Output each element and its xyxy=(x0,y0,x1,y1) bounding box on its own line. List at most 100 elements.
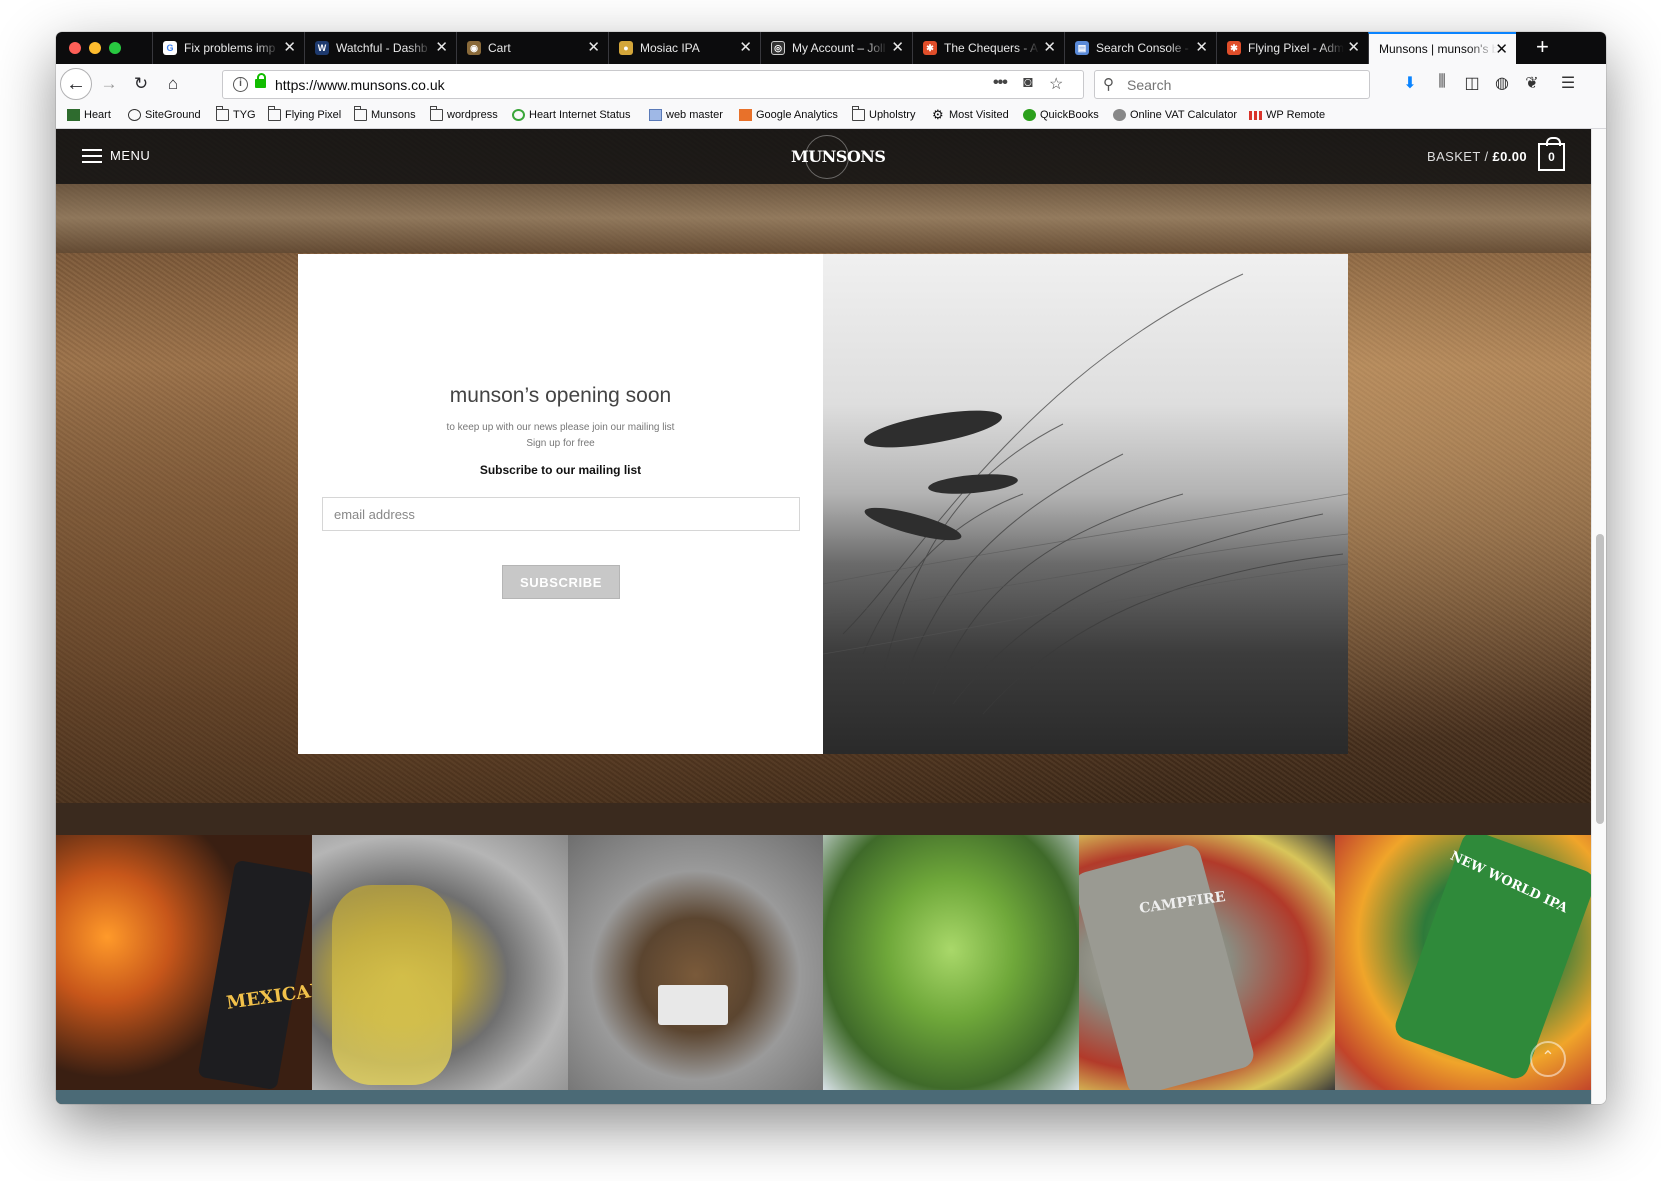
instagram-tile[interactable]: CAMPFIRE xyxy=(1079,835,1336,1090)
popup-subtitle-line-2: Sign up for free xyxy=(526,438,595,449)
globe-icon xyxy=(1113,109,1126,121)
bookmark-munsons[interactable]: Munsons xyxy=(354,106,416,121)
forward-button[interactable]: → xyxy=(96,71,122,97)
bookmark-google-analytics[interactable]: Google Analytics xyxy=(739,109,838,121)
home-button[interactable]: ⌂ xyxy=(160,71,186,97)
beer-can-image xyxy=(1079,842,1257,1090)
watchful-icon: W xyxy=(315,41,329,55)
site-header: MENU MUNSONS BASKET / £0.00 0 xyxy=(56,129,1591,184)
minimize-window-button[interactable] xyxy=(89,42,101,54)
url-bar[interactable]: i https://www.munsons.co.uk ••• ◙ ☆ xyxy=(222,70,1084,99)
instagram-tile[interactable]: MEXICAKE xyxy=(56,835,312,1090)
hero-malt-floor xyxy=(56,183,1591,253)
bookmark-heart-internet-status[interactable]: Heart Internet Status xyxy=(512,109,631,121)
bookmark-online-vat-calculator[interactable]: Online VAT Calculator xyxy=(1113,109,1237,121)
search-bar[interactable]: ⚲ Search xyxy=(1094,70,1370,99)
evernote-icon[interactable]: ❦ xyxy=(1522,73,1542,93)
tab-fix-problems[interactable]: G Fix problems imp ✕ xyxy=(152,32,304,64)
tab-the-chequers[interactable]: ✱ The Chequers - A ✕ xyxy=(912,32,1064,64)
bookmark-flying-pixel[interactable]: Flying Pixel xyxy=(268,106,341,121)
bookmark-heart[interactable]: Heart xyxy=(67,109,111,121)
instagram-tile[interactable] xyxy=(311,835,568,1090)
instagram-tile[interactable] xyxy=(823,835,1080,1090)
basket-link[interactable]: BASKET / £0.00 xyxy=(1427,149,1527,164)
bookmark-siteground[interactable]: SiteGround xyxy=(128,109,201,121)
siteground-icon xyxy=(128,109,141,121)
url-text[interactable]: https://www.munsons.co.uk xyxy=(275,77,445,93)
new-tab-button[interactable]: + xyxy=(1536,35,1549,59)
bookmark-label: Heart Internet Status xyxy=(529,109,631,121)
popup-subtitle-line-1: to keep up with our news please join our… xyxy=(446,422,675,433)
bookmark-tyg[interactable]: TYG xyxy=(216,106,256,121)
tab-cart[interactable]: ◉ Cart ✕ xyxy=(456,32,608,64)
wpremote-icon xyxy=(1249,110,1262,120)
instagram-tile[interactable] xyxy=(567,835,824,1090)
page-actions-icon[interactable]: ••• xyxy=(993,74,1008,92)
menu-button[interactable]: MENU xyxy=(110,148,150,163)
close-tab-icon[interactable]: ✕ xyxy=(1495,42,1508,57)
sidebar-icon[interactable]: ◫ xyxy=(1462,73,1482,93)
extension-icon[interactable]: ◍ xyxy=(1492,73,1512,93)
bookmark-wordpress[interactable]: wordpress xyxy=(430,106,498,121)
tab-flying-pixel[interactable]: ✱ Flying Pixel - Adm ✕ xyxy=(1216,32,1368,64)
bookmark-label: Munsons xyxy=(371,109,416,121)
close-tab-icon[interactable]: ✕ xyxy=(435,40,448,55)
bookmark-most-visited[interactable]: ⚙ Most Visited xyxy=(932,108,1009,121)
back-button[interactable]: ← xyxy=(60,68,92,100)
basket-count-icon[interactable]: 0 xyxy=(1538,137,1565,171)
bookmark-web-master[interactable]: web master xyxy=(649,109,723,121)
page-scrollbar[interactable] xyxy=(1591,129,1606,1104)
close-tab-icon[interactable]: ✕ xyxy=(1195,40,1208,55)
info-icon[interactable]: i xyxy=(233,77,248,92)
tab-my-account[interactable]: ◎ My Account – Joll ✕ xyxy=(760,32,912,64)
beer-bottle-image xyxy=(197,859,312,1090)
folder-icon xyxy=(354,106,367,121)
folder-icon xyxy=(430,106,443,121)
scrollbar-thumb[interactable] xyxy=(1596,534,1604,824)
tab-mosiac-ipa[interactable]: ● Mosiac IPA ✕ xyxy=(608,32,760,64)
quickbooks-icon xyxy=(1023,109,1036,121)
folder-icon xyxy=(852,106,865,121)
close-tab-icon[interactable]: ✕ xyxy=(1043,40,1056,55)
zoom-window-button[interactable] xyxy=(109,42,121,54)
sight-glass-image xyxy=(331,885,452,1085)
close-tab-icon[interactable]: ✕ xyxy=(283,40,296,55)
close-window-button[interactable] xyxy=(69,42,81,54)
pocket-icon[interactable]: ◙ xyxy=(1023,74,1033,92)
close-tab-icon[interactable]: ✕ xyxy=(1347,40,1360,55)
close-tab-icon[interactable]: ✕ xyxy=(587,40,600,55)
bookmark-label: Most Visited xyxy=(949,109,1009,121)
tab-watchful[interactable]: W Watchful - Dashb ✕ xyxy=(304,32,456,64)
library-icon[interactable]: ⫼ xyxy=(1432,73,1452,91)
bookmark-quickbooks[interactable]: QuickBooks xyxy=(1023,109,1099,121)
tab-title: Fix problems imp xyxy=(184,41,276,55)
status-icon xyxy=(512,109,525,121)
bookmark-upholstry[interactable]: Upholstry xyxy=(852,106,915,121)
heart-icon xyxy=(67,109,80,121)
page-viewport: MENU MUNSONS BASKET / £0.00 0 munson’s o… xyxy=(56,129,1591,1104)
subscribe-button[interactable]: SUBSCRIBE xyxy=(502,565,620,599)
back-to-top-button[interactable]: ⌃ xyxy=(1530,1041,1566,1077)
close-tab-icon[interactable]: ✕ xyxy=(739,40,752,55)
reload-button[interactable]: ↻ xyxy=(128,71,154,97)
download-icon[interactable]: ⬇ xyxy=(1400,73,1420,93)
tab-munsons[interactable]: Munsons | munson's b ✕ xyxy=(1368,32,1516,64)
menu-icon[interactable] xyxy=(82,149,102,163)
tab-bar: G Fix problems imp ✕ W Watchful - Dashb … xyxy=(56,32,1606,64)
site-logo[interactable]: MUNSONS xyxy=(791,135,886,179)
hamburger-menu-icon[interactable]: ☰ xyxy=(1558,73,1578,93)
search-icon: ⚲ xyxy=(1103,76,1114,93)
joomla-icon: ✱ xyxy=(1227,41,1241,55)
folder-icon xyxy=(216,106,229,121)
email-field[interactable] xyxy=(322,497,800,531)
joomla-icon: ✱ xyxy=(923,41,937,55)
lock-icon[interactable] xyxy=(255,73,266,88)
bookmark-label: Google Analytics xyxy=(756,109,838,121)
navigation-bar: ← → ↻ ⌂ i https://www.munsons.co.uk ••• … xyxy=(56,64,1606,104)
tab-search-console[interactable]: ▤ Search Console - ✕ xyxy=(1064,32,1216,64)
bookmark-label: Online VAT Calculator xyxy=(1130,109,1237,121)
close-tab-icon[interactable]: ✕ xyxy=(891,40,904,55)
newsletter-popup: munson’s opening soon to keep up with ou… xyxy=(298,254,1348,754)
bookmark-wp-remote[interactable]: WP Remote xyxy=(1249,109,1325,121)
bookmark-star-icon[interactable]: ☆ xyxy=(1049,74,1063,94)
